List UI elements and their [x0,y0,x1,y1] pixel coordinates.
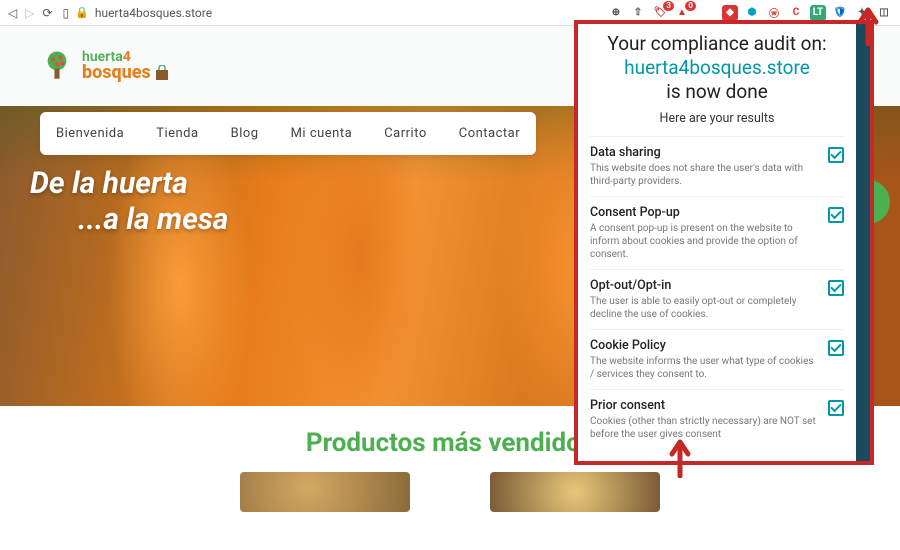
check-icon [828,147,844,163]
check-icon [828,207,844,223]
nav-blog[interactable]: Blog [215,122,275,145]
bookmark-icon[interactable]: ▯ [63,6,70,20]
browser-nav: ◁ ▷ ⟳ [8,6,53,20]
logo-text: huerta4 bosques [82,50,170,82]
nav-carrito[interactable]: Carrito [368,122,443,145]
ext-icon-w[interactable]: ⓦ [766,5,782,21]
nav-tienda[interactable]: Tienda [140,122,214,145]
check-icon [828,340,844,356]
ext-icon-lt[interactable]: LT [810,5,826,21]
reload-button[interactable]: ⟳ [42,6,52,20]
compliance-popup: Your compliance audit on: huerta4bosques… [574,20,874,465]
popup-subtitle: Here are your results [590,111,844,126]
site-logo[interactable]: huerta4 bosques [40,49,170,83]
back-button[interactable]: ◁ [8,6,17,20]
audit-item-consent-popup: Consent Pop-up A consent pop-up is prese… [590,196,844,269]
audit-item-prior-consent: Prior consent Cookies (other than strict… [590,389,844,449]
toolbar-right: ⊕ ⇧ 🏷 ▲ ◆ ⬢ ⓦ C LT 🛡 ✦ ◫ [608,5,892,21]
lock-icon: 🔒 [75,6,89,19]
annotation-arrow-top [854,6,882,46]
ext-icon-c[interactable]: C [788,5,804,21]
audit-item-data-sharing: Data sharing This website does not share… [590,136,844,196]
main-nav: Bienvenida Tienda Blog Mi cuenta Carrito… [40,112,536,155]
popup-title: Your compliance audit on: huerta4bosques… [590,32,844,103]
popup-domain: huerta4bosques.store [624,56,810,79]
ext-icon-drop[interactable]: ⬢ [744,5,760,21]
ext-icon-1[interactable]: 🏷 [652,5,668,21]
audit-item-opt-out: Opt-out/Opt-in The user is able to easil… [590,269,844,329]
check-icon [828,280,844,296]
check-icon [828,400,844,416]
product-card-1[interactable] [240,472,410,512]
share-icon[interactable]: ⇧ [630,5,646,21]
nav-mi-cuenta[interactable]: Mi cuenta [275,122,369,145]
forward-button[interactable]: ▷ [25,6,34,20]
annotation-arrow-bottom [666,438,694,478]
nav-bienvenida[interactable]: Bienvenida [40,122,140,145]
url-text: huerta4bosques.store [95,6,212,20]
ext-icon-2[interactable]: ▲ [674,5,690,21]
ext-icon-shield[interactable]: ◆ [722,5,738,21]
address-bar[interactable]: ▯ 🔒 huerta4bosques.store [63,6,598,20]
tree-icon [40,49,74,83]
zoom-icon[interactable]: ⊕ [608,5,624,21]
nav-contactar[interactable]: Contactar [443,122,536,145]
ext-icon-cookie[interactable]: 🛡 [832,5,848,21]
bag-icon [154,65,170,81]
product-card-2[interactable] [490,472,660,512]
hero-text: De la huerta ...a la mesa [30,166,228,238]
audit-item-cookie-policy: Cookie Policy The website informs the us… [590,329,844,389]
